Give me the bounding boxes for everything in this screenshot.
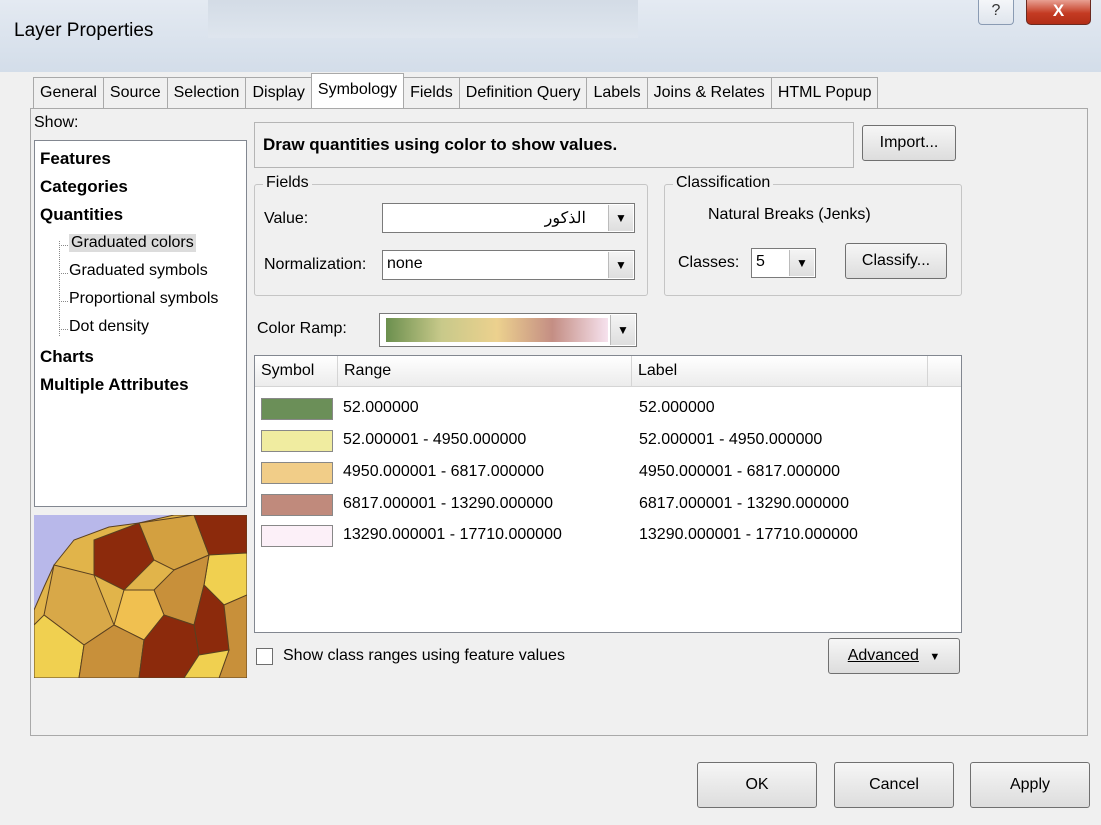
classes-label: Classes: (678, 254, 740, 271)
table-row[interactable]: 4950.000001 - 6817.000000 4950.000001 - … (255, 460, 961, 488)
tree-item-charts[interactable]: Charts (40, 347, 94, 367)
classes-dropdown[interactable]: 5 ▼ (751, 248, 816, 278)
show-class-ranges-checkbox[interactable] (256, 648, 273, 665)
show-class-ranges-label: Show class ranges using feature values (283, 647, 565, 664)
tree-item-features[interactable]: Features (40, 149, 111, 169)
column-header-label[interactable]: Label (632, 356, 928, 386)
window-title: Layer Properties (14, 20, 154, 41)
title-bar: Layer Properties ? X (0, 0, 1101, 72)
range-cell: 13290.000001 - 17710.000000 (343, 526, 562, 543)
description-text: Draw quantities using color to show valu… (263, 135, 618, 154)
chevron-down-icon[interactable]: ▼ (610, 315, 635, 345)
show-tree[interactable]: Features Categories Quantities Graduated… (34, 140, 247, 507)
ok-button[interactable]: OK (697, 762, 817, 808)
tree-connector (59, 273, 68, 274)
normalization-dropdown-text: none (387, 255, 423, 272)
class-color-swatch[interactable] (261, 462, 333, 484)
tree-connector (59, 245, 68, 246)
tree-item-categories[interactable]: Categories (40, 177, 128, 197)
class-color-swatch[interactable] (261, 430, 333, 452)
tree-item-graduated-colors[interactable]: Graduated colors (69, 234, 196, 252)
tree-item-graduated-symbols[interactable]: Graduated symbols (69, 262, 208, 280)
normalization-dropdown[interactable]: none ▼ (382, 250, 635, 280)
import-button[interactable]: Import... (862, 125, 956, 161)
tab-labels[interactable]: Labels (586, 77, 648, 108)
tree-item-proportional-symbols[interactable]: Proportional symbols (69, 290, 218, 308)
apply-button[interactable]: Apply (970, 762, 1090, 808)
label-cell: 13290.000001 - 17710.000000 (639, 526, 858, 543)
classification-group-title: Classification (673, 174, 774, 192)
chevron-down-icon[interactable]: ▼ (608, 252, 633, 278)
tab-general[interactable]: General (33, 77, 104, 108)
close-button[interactable]: X (1026, 0, 1091, 25)
dropdown-arrow-icon: ▼ (929, 651, 941, 663)
tab-display[interactable]: Display (245, 77, 312, 108)
classification-group: Classification (664, 174, 962, 296)
show-label: Show: (34, 114, 79, 131)
help-button[interactable]: ? (978, 0, 1014, 25)
table-row[interactable]: 52.000000 52.000000 (255, 396, 961, 424)
classes-dropdown-text: 5 (756, 253, 765, 270)
label-cell: 52.000000 (639, 399, 715, 416)
range-cell: 52.000000 (343, 399, 419, 416)
class-color-swatch[interactable] (261, 398, 333, 420)
cancel-button[interactable]: Cancel (834, 762, 954, 808)
table-row[interactable]: 52.000001 - 4950.000000 52.000001 - 4950… (255, 428, 961, 456)
class-color-swatch[interactable] (261, 525, 333, 547)
background-window-strip (208, 0, 638, 38)
range-cell: 52.000001 - 4950.000000 (343, 431, 527, 448)
tab-html-popup[interactable]: HTML Popup (770, 77, 879, 108)
fields-group-title: Fields (263, 174, 312, 192)
description-box: Draw quantities using color to show valu… (254, 122, 854, 168)
value-label: Value: (264, 210, 309, 227)
tree-item-dot-density[interactable]: Dot density (69, 318, 149, 336)
table-row[interactable]: 13290.000001 - 17710.000000 13290.000001… (255, 523, 961, 551)
tab-symbology[interactable]: Symbology (310, 73, 405, 108)
tree-connector (59, 329, 68, 330)
tree-item-quantities[interactable]: Quantities (40, 205, 123, 225)
tree-item-multiple-attributes[interactable]: Multiple Attributes (40, 375, 189, 395)
label-cell: 4950.000001 - 6817.000000 (639, 463, 841, 480)
advanced-button-label: Advanced (847, 647, 919, 664)
chevron-down-icon[interactable]: ▼ (608, 205, 633, 231)
advanced-button[interactable]: Advanced ▼ (828, 638, 960, 674)
label-cell: 6817.000001 - 13290.000000 (639, 495, 849, 512)
tab-selection[interactable]: Selection (166, 77, 247, 108)
color-ramp-swatch (386, 318, 608, 342)
tree-connector (59, 301, 68, 302)
range-cell: 6817.000001 - 13290.000000 (343, 495, 553, 512)
tab-joins-relates[interactable]: Joins & Relates (646, 77, 772, 108)
tab-definition-query[interactable]: Definition Query (458, 77, 588, 108)
color-ramp-dropdown[interactable]: ▼ (379, 313, 637, 347)
range-cell: 4950.000001 - 6817.000000 (343, 463, 545, 480)
class-table[interactable]: Symbol Range Label 52.000000 52.000000 5… (254, 355, 962, 633)
tab-strip: General Source Selection Display Symbolo… (33, 73, 879, 108)
column-header-symbol[interactable]: Symbol (255, 356, 338, 386)
tree-connector (59, 241, 60, 336)
value-dropdown-text: الذكور (544, 210, 586, 227)
map-preview-image (34, 515, 247, 678)
table-header: Symbol Range Label (255, 356, 961, 387)
table-row[interactable]: 6817.000001 - 13290.000000 6817.000001 -… (255, 492, 961, 520)
tab-fields[interactable]: Fields (403, 77, 460, 108)
class-color-swatch[interactable] (261, 494, 333, 516)
tab-source[interactable]: Source (102, 77, 168, 108)
chevron-down-icon[interactable]: ▼ (789, 250, 814, 276)
classify-button[interactable]: Classify... (845, 243, 947, 279)
column-header-range[interactable]: Range (338, 356, 632, 386)
normalization-label: Normalization: (264, 256, 367, 273)
label-cell: 52.000001 - 4950.000000 (639, 431, 823, 448)
classification-method: Natural Breaks (Jenks) (708, 206, 871, 223)
color-ramp-label: Color Ramp: (257, 320, 347, 337)
value-dropdown[interactable]: الذكور ▼ (382, 203, 635, 233)
